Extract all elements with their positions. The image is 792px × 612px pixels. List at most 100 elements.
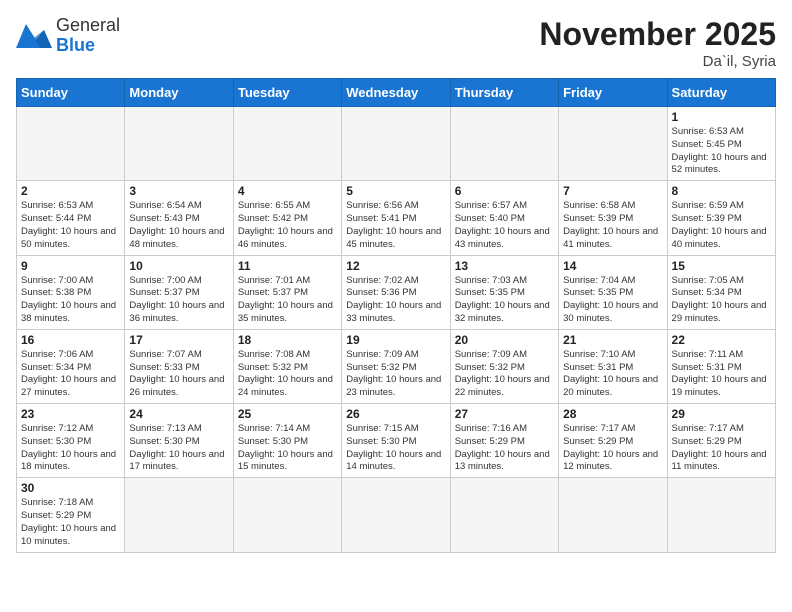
day-number: 2: [21, 184, 120, 198]
calendar-day-cell: [559, 107, 667, 181]
day-info: Sunrise: 7:04 AM Sunset: 5:35 PM Dayligh…: [563, 275, 662, 326]
day-number: 8: [672, 184, 771, 198]
calendar-day-cell: 18Sunrise: 7:08 AM Sunset: 5:32 PM Dayli…: [233, 329, 341, 403]
calendar-week-row: 1 Sunrise: 6:53 AM Sunset: 5:45 PM Daylig…: [17, 107, 776, 181]
calendar-day-cell: [342, 478, 450, 552]
day-number: 10: [129, 259, 228, 273]
page-header: General Blue November 2025 Da`il, Syria: [16, 16, 776, 70]
calendar-day-cell: [342, 107, 450, 181]
day-info: Sunrise: 7:03 AM Sunset: 5:35 PM Dayligh…: [455, 275, 554, 326]
day-number: 7: [563, 184, 662, 198]
day-info: Sunrise: 7:17 AM Sunset: 5:29 PM Dayligh…: [672, 423, 771, 474]
logo-text: General Blue: [56, 16, 120, 56]
day-number: 4: [238, 184, 337, 198]
day-info: Sunrise: 7:09 AM Sunset: 5:32 PM Dayligh…: [455, 349, 554, 400]
calendar-day-cell: 9 Sunrise: 7:00 AM Sunset: 5:38 PM Daylig…: [17, 255, 125, 329]
logo: General Blue: [16, 16, 120, 56]
day-number: 6: [455, 184, 554, 198]
calendar-day-cell: [450, 107, 558, 181]
weekday-header-saturday: Saturday: [667, 79, 775, 107]
calendar-day-cell: [559, 478, 667, 552]
calendar-day-cell: [233, 107, 341, 181]
calendar-day-cell: 22Sunrise: 7:11 AM Sunset: 5:31 PM Dayli…: [667, 329, 775, 403]
day-number: 21: [563, 333, 662, 347]
calendar-day-cell: 15Sunrise: 7:05 AM Sunset: 5:34 PM Dayli…: [667, 255, 775, 329]
calendar-week-row: 23 Sunrise: 7:12 AM Sunset: 5:30 PM Dayli…: [17, 404, 776, 478]
day-info: Sunrise: 7:10 AM Sunset: 5:31 PM Dayligh…: [563, 349, 662, 400]
day-info: Sunrise: 6:58 AM Sunset: 5:39 PM Dayligh…: [563, 200, 662, 251]
day-info: Sunrise: 7:01 AM Sunset: 5:37 PM Dayligh…: [238, 275, 337, 326]
calendar-day-cell: 12 Sunrise: 7:02 AM Sunset: 5:36 PM Dayli…: [342, 255, 450, 329]
weekday-header-sunday: Sunday: [17, 79, 125, 107]
calendar-day-cell: 17 Sunrise: 7:07 AM Sunset: 5:33 PM Dayli…: [125, 329, 233, 403]
day-info: Sunrise: 6:53 AM Sunset: 5:45 PM Dayligh…: [672, 126, 771, 177]
day-number: 30: [21, 481, 120, 495]
day-info: Sunrise: 7:17 AM Sunset: 5:29 PM Dayligh…: [563, 423, 662, 474]
day-number: 9: [21, 259, 120, 273]
day-number: 17: [129, 333, 228, 347]
calendar-day-cell: 1 Sunrise: 6:53 AM Sunset: 5:45 PM Daylig…: [667, 107, 775, 181]
day-number: 1: [672, 110, 771, 124]
calendar-day-cell: 13 Sunrise: 7:03 AM Sunset: 5:35 PM Dayli…: [450, 255, 558, 329]
day-number: 27: [455, 407, 554, 421]
calendar-day-cell: 2 Sunrise: 6:53 AM Sunset: 5:44 PM Daylig…: [17, 181, 125, 255]
day-info: Sunrise: 6:59 AM Sunset: 5:39 PM Dayligh…: [672, 200, 771, 251]
calendar-day-cell: 21 Sunrise: 7:10 AM Sunset: 5:31 PM Dayli…: [559, 329, 667, 403]
day-number: 14: [563, 259, 662, 273]
day-number: 28: [563, 407, 662, 421]
day-number: 26: [346, 407, 445, 421]
day-info: Sunrise: 6:56 AM Sunset: 5:41 PM Dayligh…: [346, 200, 445, 251]
calendar-day-cell: 25 Sunrise: 7:14 AM Sunset: 5:30 PM Dayli…: [233, 404, 341, 478]
day-number: 11: [238, 259, 337, 273]
day-number: 25: [238, 407, 337, 421]
day-info: Sunrise: 7:12 AM Sunset: 5:30 PM Dayligh…: [21, 423, 120, 474]
calendar-week-row: 16 Sunrise: 7:06 AM Sunset: 5:34 PM Dayli…: [17, 329, 776, 403]
calendar-day-cell: 5 Sunrise: 6:56 AM Sunset: 5:41 PM Daylig…: [342, 181, 450, 255]
calendar-day-cell: 30Sunrise: 7:18 AM Sunset: 5:29 PM Dayli…: [17, 478, 125, 552]
day-info: Sunrise: 7:14 AM Sunset: 5:30 PM Dayligh…: [238, 423, 337, 474]
day-info: Sunrise: 6:53 AM Sunset: 5:44 PM Dayligh…: [21, 200, 120, 251]
day-number: 18: [238, 333, 337, 347]
day-info: Sunrise: 7:00 AM Sunset: 5:37 PM Dayligh…: [129, 275, 228, 326]
weekday-header-friday: Friday: [559, 79, 667, 107]
month-year-title: November 2025: [539, 16, 776, 53]
day-info: Sunrise: 6:55 AM Sunset: 5:42 PM Dayligh…: [238, 200, 337, 251]
calendar-day-cell: 7 Sunrise: 6:58 AM Sunset: 5:39 PM Daylig…: [559, 181, 667, 255]
calendar-week-row: 2 Sunrise: 6:53 AM Sunset: 5:44 PM Daylig…: [17, 181, 776, 255]
calendar-day-cell: 10 Sunrise: 7:00 AM Sunset: 5:37 PM Dayli…: [125, 255, 233, 329]
weekday-header-monday: Monday: [125, 79, 233, 107]
day-number: 3: [129, 184, 228, 198]
calendar-day-cell: 20 Sunrise: 7:09 AM Sunset: 5:32 PM Dayli…: [450, 329, 558, 403]
day-number: 5: [346, 184, 445, 198]
calendar-day-cell: 27Sunrise: 7:16 AM Sunset: 5:29 PM Dayli…: [450, 404, 558, 478]
day-number: 12: [346, 259, 445, 273]
calendar-day-cell: 16 Sunrise: 7:06 AM Sunset: 5:34 PM Dayli…: [17, 329, 125, 403]
calendar-day-cell: 24Sunrise: 7:13 AM Sunset: 5:30 PM Dayli…: [125, 404, 233, 478]
calendar-day-cell: [125, 107, 233, 181]
calendar-day-cell: [17, 107, 125, 181]
day-info: Sunrise: 7:06 AM Sunset: 5:34 PM Dayligh…: [21, 349, 120, 400]
weekday-header-wednesday: Wednesday: [342, 79, 450, 107]
day-number: 23: [21, 407, 120, 421]
day-number: 19: [346, 333, 445, 347]
day-info: Sunrise: 7:02 AM Sunset: 5:36 PM Dayligh…: [346, 275, 445, 326]
calendar-week-row: 30Sunrise: 7:18 AM Sunset: 5:29 PM Dayli…: [17, 478, 776, 552]
day-info: Sunrise: 7:00 AM Sunset: 5:38 PM Dayligh…: [21, 275, 120, 326]
day-number: 13: [455, 259, 554, 273]
calendar-day-cell: [233, 478, 341, 552]
day-number: 20: [455, 333, 554, 347]
day-info: Sunrise: 6:54 AM Sunset: 5:43 PM Dayligh…: [129, 200, 228, 251]
calendar-day-cell: 8 Sunrise: 6:59 AM Sunset: 5:39 PM Daylig…: [667, 181, 775, 255]
calendar-day-cell: 14 Sunrise: 7:04 AM Sunset: 5:35 PM Dayli…: [559, 255, 667, 329]
calendar-day-cell: 23 Sunrise: 7:12 AM Sunset: 5:30 PM Dayli…: [17, 404, 125, 478]
weekday-header-tuesday: Tuesday: [233, 79, 341, 107]
calendar-day-cell: [450, 478, 558, 552]
day-info: Sunrise: 7:05 AM Sunset: 5:34 PM Dayligh…: [672, 275, 771, 326]
day-info: Sunrise: 7:09 AM Sunset: 5:32 PM Dayligh…: [346, 349, 445, 400]
calendar-day-cell: [667, 478, 775, 552]
day-number: 16: [21, 333, 120, 347]
day-info: Sunrise: 7:07 AM Sunset: 5:33 PM Dayligh…: [129, 349, 228, 400]
weekday-header-thursday: Thursday: [450, 79, 558, 107]
day-info: Sunrise: 6:57 AM Sunset: 5:40 PM Dayligh…: [455, 200, 554, 251]
title-block: November 2025 Da`il, Syria: [539, 16, 776, 70]
